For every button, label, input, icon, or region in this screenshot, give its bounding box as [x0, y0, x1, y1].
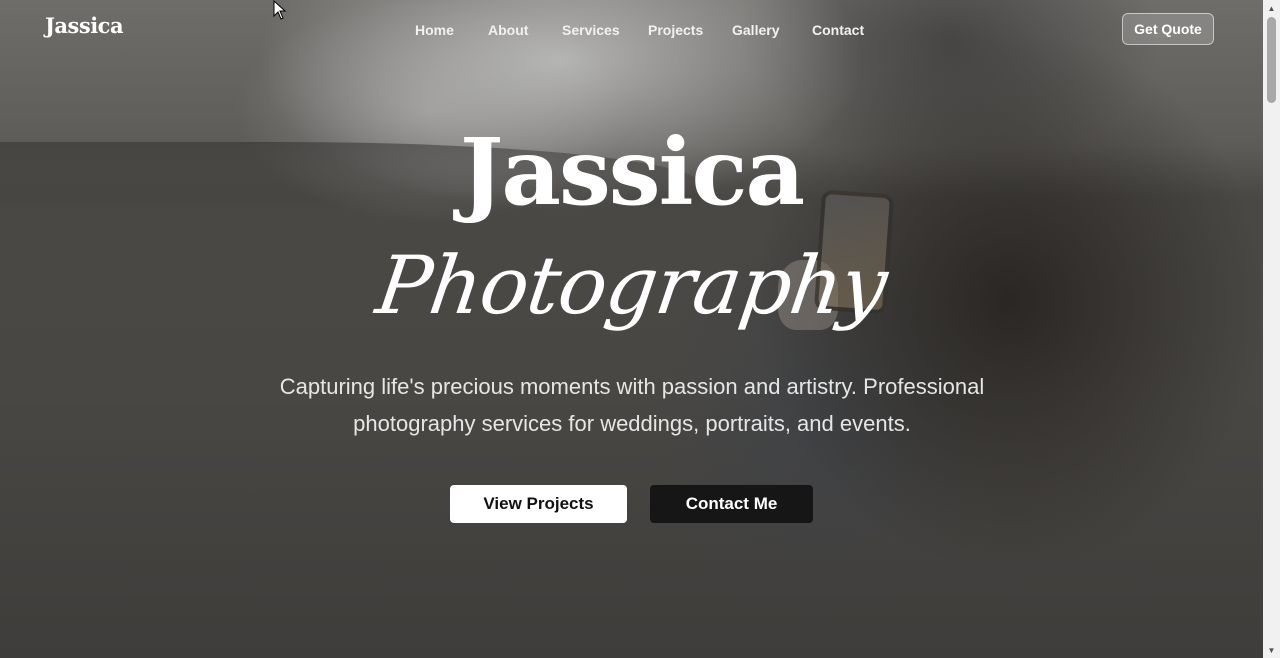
- nav-gallery[interactable]: Gallery: [732, 22, 779, 38]
- scrollbar-thumb[interactable]: [1267, 17, 1276, 103]
- scroll-down-arrow-icon[interactable]: ▼: [1263, 643, 1280, 657]
- nav-projects[interactable]: Projects: [648, 22, 703, 38]
- scroll-up-arrow-icon[interactable]: ▲: [1263, 1, 1280, 15]
- hero-subtitle: Photography: [371, 239, 893, 332]
- get-quote-button[interactable]: Get Quote: [1122, 13, 1214, 45]
- contact-me-button[interactable]: Contact Me: [650, 485, 813, 523]
- nav-about[interactable]: About: [488, 22, 528, 38]
- nav-services[interactable]: Services: [562, 22, 620, 38]
- hero-tagline: Capturing life's precious moments with p…: [279, 374, 985, 436]
- site-logo[interactable]: Jassica: [45, 13, 124, 38]
- page-scrollbar[interactable]: ▲ ▼: [1263, 0, 1280, 658]
- nav-home[interactable]: Home: [415, 22, 454, 38]
- nav-contact[interactable]: Contact: [812, 22, 864, 38]
- hero-title: Jassica: [459, 118, 805, 226]
- view-projects-button[interactable]: View Projects: [450, 485, 627, 523]
- mouse-pointer-icon: [273, 0, 287, 20]
